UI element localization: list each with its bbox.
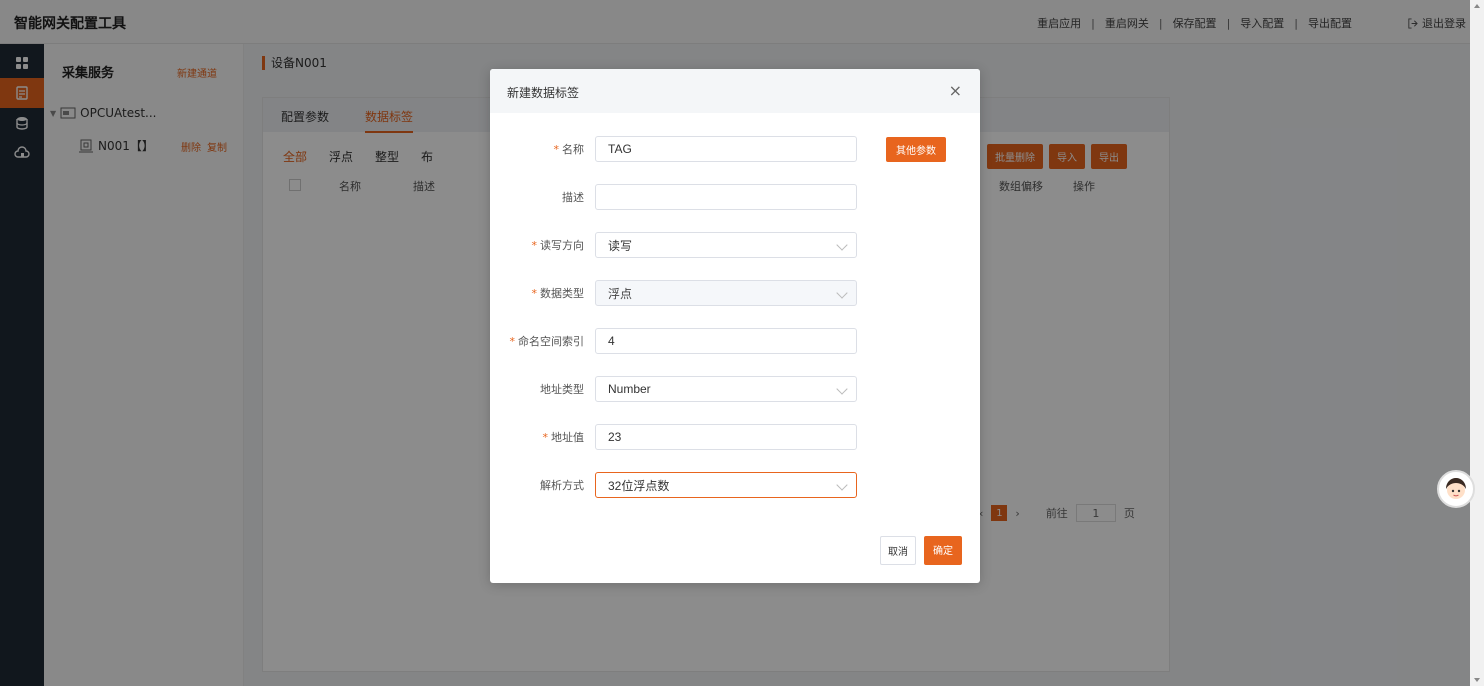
scroll-up-icon[interactable]	[1474, 4, 1480, 8]
addr-input[interactable]: 23	[595, 424, 857, 450]
form-row-addr-type: 地址类型 Number	[490, 376, 980, 402]
parse-select[interactable]: 32位浮点数	[595, 472, 857, 498]
addr-type-label: 地址类型	[540, 383, 584, 396]
form-row-ns: * 命名空间索引 4	[490, 328, 980, 354]
dialog-header: 新建数据标签 ×	[490, 69, 980, 113]
form-row-desc: 描述	[490, 184, 980, 210]
assistant-face-icon	[1446, 478, 1466, 499]
ns-label: * 命名空间索引	[509, 335, 585, 348]
name-label: * 名称	[553, 143, 585, 156]
rw-select[interactable]: 读写	[595, 232, 857, 258]
chevron-down-icon	[836, 287, 848, 299]
parse-value: 32位浮点数	[608, 478, 670, 493]
chevron-down-icon	[836, 479, 848, 491]
form-row-addr: * 地址值 23	[490, 424, 980, 450]
form-row-dtype: * 数据类型 浮点	[490, 280, 980, 306]
addr-type-value: Number	[608, 382, 651, 396]
form-row-parse: 解析方式 32位浮点数	[490, 472, 980, 498]
chevron-down-icon	[836, 239, 848, 251]
rw-label: * 读写方向	[531, 239, 585, 252]
assistant-avatar[interactable]	[1437, 470, 1475, 508]
dialog-title: 新建数据标签	[507, 86, 580, 100]
ns-input[interactable]: 4	[595, 328, 857, 354]
rw-value: 读写	[608, 238, 633, 253]
close-icon[interactable]: ×	[949, 81, 962, 100]
cancel-button[interactable]: 取消	[880, 536, 916, 565]
desc-label: 描述	[562, 191, 584, 204]
dtype-select[interactable]: 浮点	[595, 280, 857, 306]
name-input[interactable]: TAG	[595, 136, 857, 162]
addr-type-select[interactable]: Number	[595, 376, 857, 402]
chevron-down-icon	[836, 383, 848, 395]
form-row-rw: * 读写方向 读写	[490, 232, 980, 258]
addr-label: * 地址值	[542, 431, 585, 444]
dtype-value: 浮点	[608, 286, 633, 301]
desc-input[interactable]	[595, 184, 857, 210]
parse-label: 解析方式	[540, 479, 584, 492]
other-params-button[interactable]: 其他参数	[886, 137, 946, 162]
vertical-scrollbar[interactable]	[1470, 0, 1484, 686]
new-tag-dialog: 新建数据标签 × * 名称 TAG 其他参数 描述 * 读写方向 读写 * 数据类型 …	[490, 69, 980, 583]
confirm-button[interactable]: 确定	[924, 536, 962, 565]
scroll-down-icon[interactable]	[1474, 678, 1480, 682]
dtype-label: * 数据类型	[531, 287, 585, 300]
dialog-footer: 取消 确定	[880, 536, 962, 565]
